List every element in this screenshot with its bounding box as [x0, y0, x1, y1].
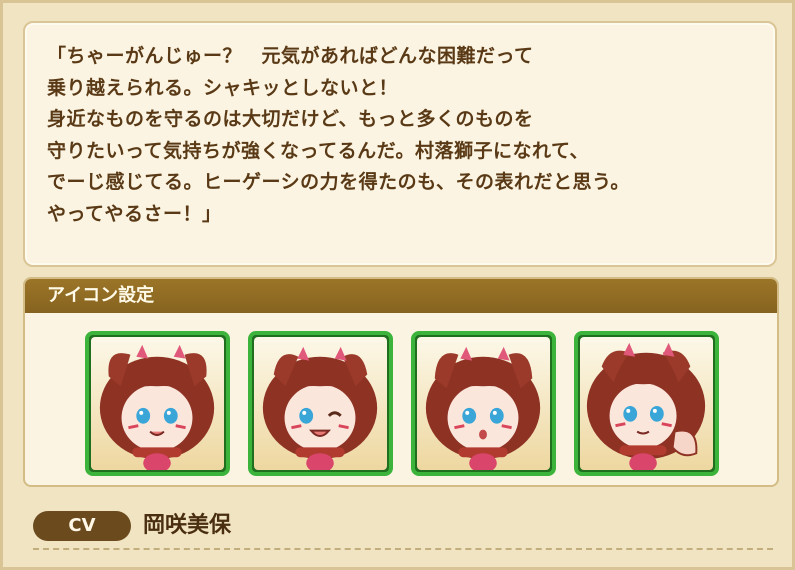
quote-line: 「ちゃーがんじゅー？ 元気があればどんな困難だって	[47, 45, 534, 67]
icon-list	[85, 331, 719, 476]
icon-settings-header: アイコン設定	[25, 279, 777, 313]
profile-window: 「ちゃーがんじゅー？ 元気があればどんな困難だって 乗り越えられる。シャキッとし…	[0, 0, 795, 570]
voice-actor-name: 岡咲美保	[143, 513, 232, 538]
quote-line: 乗り越えられる。シャキッとしないと！	[47, 76, 399, 99]
divider	[33, 548, 773, 550]
cv-badge: CV	[33, 511, 131, 541]
character-smile-icon	[91, 337, 224, 470]
quote-box: 「ちゃーがんじゅー？ 元気があればどんな困難だって 乗り越えられる。シャキッとし…	[23, 21, 777, 267]
character-surprised-icon	[417, 337, 550, 470]
quote-line: 守りたいって気持ちが強くなってるんだ。村落獅子になれて、	[47, 139, 590, 162]
character-pose-icon	[580, 337, 713, 470]
quote-line: 身近なものを守るのは大切だけど、もっと多くのものを	[47, 108, 534, 130]
quote-line: でーじ感じてる。ヒーゲーシの力を得たのも、その表れだと思う。	[47, 171, 630, 193]
icon-settings-panel: アイコン設定	[23, 277, 779, 487]
icon-option-4[interactable]	[574, 331, 719, 476]
icon-option-1[interactable]	[85, 331, 230, 476]
quote-line: やってやるさー！」	[47, 202, 222, 225]
icon-option-2[interactable]	[248, 331, 393, 476]
character-wink-icon	[254, 337, 387, 470]
icon-option-3[interactable]	[411, 331, 556, 476]
